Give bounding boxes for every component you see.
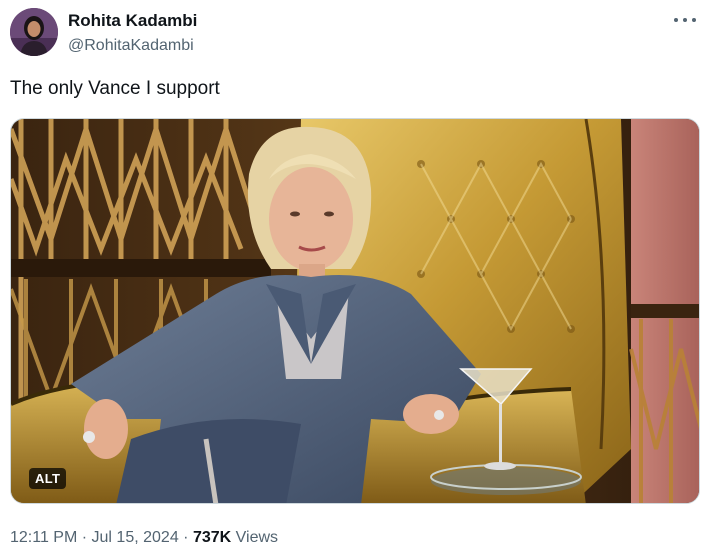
timestamp-date[interactable]: Jul 15, 2024 xyxy=(92,529,179,546)
tweet-card: Rohita Kadambi @RohitaKadambi The only V… xyxy=(0,0,710,559)
views-count: 737K xyxy=(192,529,232,546)
media-photo xyxy=(11,119,699,503)
views-label: Views xyxy=(235,529,279,546)
alt-text-badge[interactable]: ALT xyxy=(29,468,67,489)
separator: · xyxy=(183,529,189,546)
separator: · xyxy=(81,529,88,546)
author-info: Rohita Kadambi @RohitaKadambi xyxy=(68,11,197,56)
tweet-media[interactable]: ALT xyxy=(10,118,700,504)
avatar[interactable] xyxy=(10,8,58,56)
timestamp-time[interactable]: 12:11 PM xyxy=(10,529,77,546)
avatar-image xyxy=(10,8,58,56)
tweet-text: The only Vance I support xyxy=(10,78,220,99)
dot xyxy=(692,18,696,22)
dot xyxy=(674,18,678,22)
user-handle[interactable]: @RohitaKadambi xyxy=(68,36,197,56)
more-options-icon[interactable] xyxy=(674,10,696,30)
display-name[interactable]: Rohita Kadambi xyxy=(68,11,197,31)
dot xyxy=(683,18,687,22)
tweet-meta: 12:11 PM · Jul 15, 2024 · 737K Views xyxy=(10,528,278,548)
